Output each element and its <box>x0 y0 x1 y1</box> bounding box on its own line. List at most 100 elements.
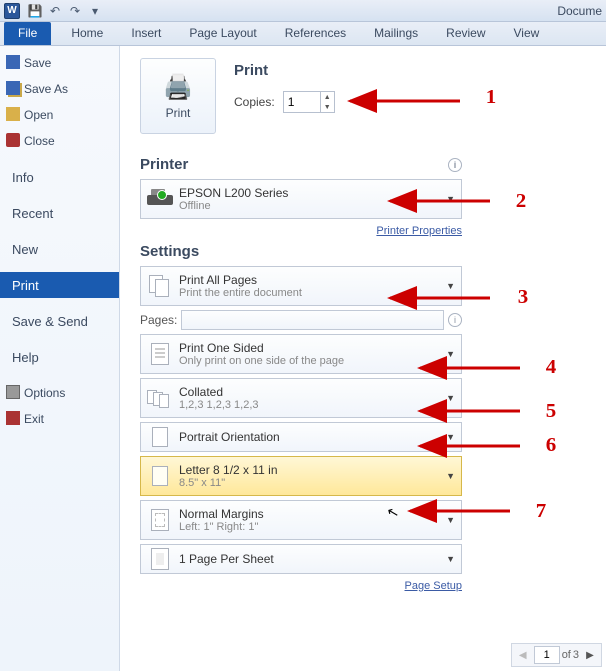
sidebar-item-save-as[interactable]: Save As <box>0 76 119 102</box>
sidebar-item-save[interactable]: Save <box>0 50 119 76</box>
margins-title: Normal Margins <box>179 507 264 521</box>
orientation-title: Portrait Orientation <box>179 430 280 444</box>
printer-select[interactable]: EPSON L200 Series Offline ▼ <box>140 179 462 219</box>
print-title: Print <box>234 62 335 79</box>
sidebar-item-print[interactable]: Print <box>0 272 119 298</box>
tab-view[interactable]: View <box>500 22 554 45</box>
page-current-input[interactable] <box>534 646 560 664</box>
tab-review[interactable]: Review <box>432 22 499 45</box>
margins-select[interactable]: Normal Margins Left: 1" Right: 1" ▼ <box>140 500 462 540</box>
info-icon[interactable]: i <box>448 158 462 172</box>
tab-home[interactable]: Home <box>57 22 117 45</box>
word-app-icon: W <box>4 3 20 19</box>
printer-status: Offline <box>179 200 288 212</box>
sidebar-item-open[interactable]: Open <box>0 102 119 128</box>
ribbon-tabs: File Home Insert Page Layout References … <box>0 22 606 46</box>
tab-file[interactable]: File <box>4 22 51 45</box>
sidebar-item-exit[interactable]: Exit <box>0 406 119 432</box>
sidebar-item-save-send[interactable]: Save & Send <box>0 308 119 334</box>
annotation-number: 6 <box>546 434 557 457</box>
sidebar-item-label: Save <box>24 56 51 70</box>
margins-sub: Left: 1" Right: 1" <box>179 521 264 533</box>
page-of-label: of <box>562 649 571 661</box>
paper-title: Letter 8 1/2 x 11 in <box>179 463 278 477</box>
pages-input[interactable] <box>181 310 444 330</box>
copies-spinner[interactable]: ▲ ▼ <box>283 91 335 113</box>
annotation-number: 3 <box>518 286 529 309</box>
page-total: 3 <box>573 649 579 661</box>
printer-device-icon <box>147 186 173 212</box>
qat-save-icon[interactable]: 💾 <box>26 3 44 19</box>
settings-section-title: Settings <box>140 243 199 260</box>
sidebar-item-label: Recent <box>12 206 53 221</box>
sides-sub: Only print on one side of the page <box>179 355 344 367</box>
pages-label: Pages: <box>140 313 177 327</box>
print-range-sub: Print the entire document <box>179 287 302 299</box>
chevron-down-icon: ▼ <box>446 554 455 564</box>
sides-title: Print One Sided <box>179 341 344 355</box>
print-range-select[interactable]: Print All Pages Print the entire documen… <box>140 266 462 306</box>
chevron-down-icon: ▼ <box>446 194 455 204</box>
sidebar-item-label: Save & Send <box>12 314 88 329</box>
sidebar-item-label: Open <box>24 108 53 122</box>
options-icon <box>6 385 20 399</box>
paper-size-select[interactable]: Letter 8 1/2 x 11 in 8.5" x 11" ▼ <box>140 456 462 496</box>
sidebar-item-close[interactable]: Close <box>0 128 119 154</box>
tab-insert[interactable]: Insert <box>117 22 175 45</box>
print-button-label: Print <box>166 106 191 120</box>
orientation-select[interactable]: Portrait Orientation ▼ <box>140 422 462 452</box>
tab-page-layout[interactable]: Page Layout <box>175 22 270 45</box>
exit-icon <box>6 411 20 425</box>
sidebar-item-label: Info <box>12 170 34 185</box>
collate-title: Collated <box>179 385 259 399</box>
sidebar-item-label: Exit <box>24 412 44 426</box>
annotation-number: 7 <box>536 500 547 523</box>
document-title: Docume <box>557 4 602 18</box>
page-prev-button[interactable]: ◀ <box>514 646 532 664</box>
open-icon <box>6 107 20 121</box>
page-next-button[interactable]: ▶ <box>581 646 599 664</box>
printer-section-title: Printer <box>140 156 188 173</box>
sidebar-item-label: Help <box>12 350 39 365</box>
sidebar-item-options[interactable]: Options <box>0 380 119 406</box>
sidebar-item-new[interactable]: New <box>0 236 119 262</box>
tab-references[interactable]: References <box>271 22 360 45</box>
annotation-number: 5 <box>546 400 557 423</box>
sidebar-item-info[interactable]: Info <box>0 164 119 190</box>
page-navigator: ◀ of 3 ▶ <box>511 643 602 667</box>
sidebar-item-help[interactable]: Help <box>0 344 119 370</box>
save-icon <box>6 55 20 69</box>
chevron-down-icon: ▼ <box>446 393 455 403</box>
sides-select[interactable]: Print One Sided Only print on one side o… <box>140 334 462 374</box>
copies-label: Copies: <box>234 95 275 109</box>
printer-icon: 🖨️ <box>163 73 193 102</box>
annotation-number: 2 <box>516 190 527 213</box>
pages-per-sheet-select[interactable]: 1 Page Per Sheet ▼ <box>140 544 462 574</box>
tab-mailings[interactable]: Mailings <box>360 22 432 45</box>
chevron-down-icon: ▼ <box>446 471 455 481</box>
print-button[interactable]: 🖨️ Print <box>140 58 216 134</box>
page-setup-link[interactable]: Page Setup <box>405 580 463 592</box>
info-icon[interactable]: i <box>448 313 462 327</box>
page-icon <box>147 341 173 367</box>
annotation-number: 4 <box>546 356 557 379</box>
collate-select[interactable]: Collated 1,2,3 1,2,3 1,2,3 ▼ <box>140 378 462 418</box>
annotation-number: 1 <box>486 86 497 109</box>
qat-customize-icon[interactable]: ▾ <box>86 3 104 19</box>
backstage-sidebar: Save Save As Open Close Info Recent New … <box>0 46 120 671</box>
copies-down-icon[interactable]: ▼ <box>321 102 334 112</box>
margins-icon <box>147 507 173 533</box>
title-bar: W 💾 ↶ ↷ ▾ Docume <box>0 0 606 22</box>
qat-undo-icon[interactable]: ↶ <box>46 3 64 19</box>
collate-sub: 1,2,3 1,2,3 1,2,3 <box>179 399 259 411</box>
chevron-down-icon: ▼ <box>446 281 455 291</box>
qat-redo-icon[interactable]: ↷ <box>66 3 84 19</box>
paper-icon <box>147 463 173 489</box>
sidebar-item-label: Options <box>24 386 65 400</box>
sidebar-item-recent[interactable]: Recent <box>0 200 119 226</box>
paper-sub: 8.5" x 11" <box>179 477 278 489</box>
copies-input[interactable] <box>284 92 320 112</box>
printer-properties-link[interactable]: Printer Properties <box>376 225 462 237</box>
sidebar-item-label: Close <box>24 134 55 148</box>
copies-up-icon[interactable]: ▲ <box>321 92 334 102</box>
